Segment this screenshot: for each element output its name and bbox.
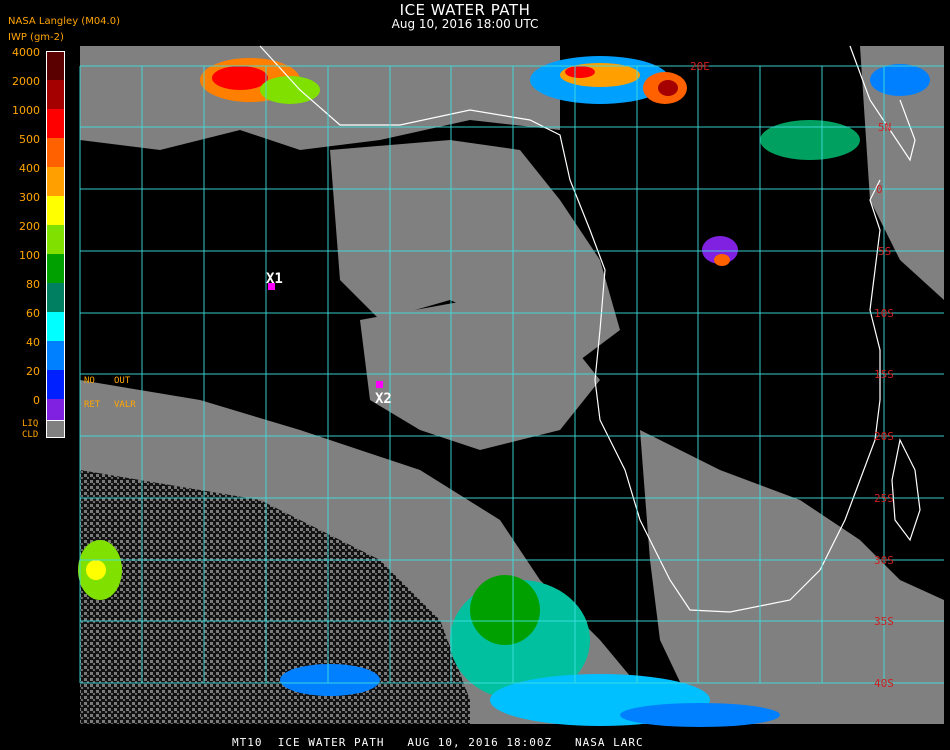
lat-label: 0 [876,183,883,196]
legend-liquid-cloud-swatch [46,420,65,438]
legend-out-label: OUT [114,376,131,386]
lat-label: 15S [874,368,894,381]
legend-label: 100 [19,249,40,262]
lat-label: 10S [874,307,894,320]
legend-cld-label: CLD [22,430,39,440]
satellite-map: 5N 0 5S 10S 15S 20S 25S 30S 35S 40S 20E … [78,45,944,727]
marker-x2-label: X2 [375,391,392,407]
lat-label: 30S [874,554,894,567]
legend-label: 80 [26,278,40,291]
lon-labels: 20E [690,60,710,73]
marker-x1-label: X1 [266,271,283,287]
source-label: NASA Langley (M04.0) [8,16,120,27]
legend-no-label: NO [84,376,95,386]
legend-label: 4000 [12,46,40,59]
footer-caption: MT10 ICE WATER PATH AUG 10, 2016 18:00Z … [232,736,644,749]
legend-valr-label: VALR [114,400,136,410]
legend-liq-label: LIQ [22,419,39,429]
lat-label: 5S [878,245,891,258]
lat-label: 20S [874,430,894,443]
legend-label: 0 [33,394,40,407]
legend-label: 400 [19,162,40,175]
units-label: IWP (gm-2) [8,32,64,43]
marker-x2-dot [376,381,383,388]
lat-label: 25S [874,492,894,505]
legend-label: 40 [26,336,40,349]
legend-label: 60 [26,307,40,320]
map-subtitle: Aug 10, 2016 18:00 UTC [391,17,539,31]
lat-label: 5N [878,121,891,134]
lon-label: 20E [690,60,710,73]
legend-label: 20 [26,365,40,378]
lat-label: 35S [874,615,894,628]
legend-label: 1000 [12,104,40,117]
legend-label: 200 [19,220,40,233]
legend-label: 2000 [12,75,40,88]
legend-label: 300 [19,191,40,204]
legend-label: 500 [19,133,40,146]
legend-ret-label: RET [84,400,101,410]
legend-scale-frame [46,51,65,428]
lat-label: 40S [874,677,894,690]
